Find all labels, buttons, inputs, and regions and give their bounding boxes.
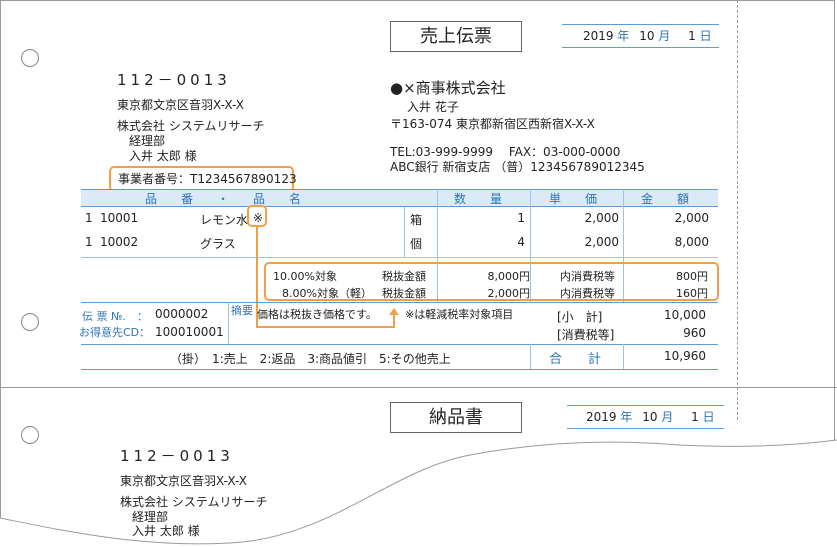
tax-row: 10.00%対象 税抜金額 8,000円 内消費税等 800円 (270, 268, 715, 283)
date-month: 10 (642, 410, 658, 424)
header-amount: 金 額 (641, 192, 690, 206)
column-divider (530, 344, 531, 369)
date-year: 2019 (583, 29, 614, 43)
tax-inner-value: 160円 (676, 287, 708, 300)
tax-total-label: [消費税等] (557, 328, 615, 342)
perforation-line (737, 0, 738, 420)
binder-hole-icon (21, 426, 39, 444)
tax-row: 8.00%対象（軽） 税抜金額 2,000円 内消費税等 160円 (270, 285, 715, 300)
slip-no-label: 伝 票 №. ： (82, 310, 148, 323)
slip-date: 2019 年 10 月 1 日 (562, 24, 719, 48)
recipient-person: 入井 太郎 様 (129, 149, 197, 163)
delivery-title: 納品書 (390, 402, 522, 433)
tax-target: 8.00%対象（軽） (282, 287, 372, 300)
tax-value: 8,000円 (487, 270, 531, 283)
tax-label: 税抜金額 (382, 287, 426, 300)
total-label: 合 計 (549, 352, 602, 367)
memo-text: 価格は税抜き価格です。 (257, 308, 377, 321)
date-day-unit: 日 (702, 410, 715, 424)
footer-divider (81, 302, 718, 303)
header-item: 品 番 ・ 品 名 (145, 192, 302, 206)
slip-title: 売上伝票 (390, 21, 522, 52)
column-divider (623, 344, 624, 369)
row-qty: 4 (517, 235, 525, 249)
sender-address: 〒163-074 東京都新宿区西新宿X-X-X (390, 117, 595, 131)
tax-inner-value: 800円 (676, 270, 708, 283)
transaction-types: （掛） 1:売上 2:返品 3:商品値引 5:その他売上 (170, 352, 451, 366)
recipient-zip: 112－0013 (120, 447, 234, 465)
row-unit: 個 (410, 237, 423, 251)
row-qty: 1 (517, 211, 525, 225)
tax-target: 10.00%対象 (273, 270, 337, 283)
date-month-unit: 月 (661, 410, 674, 424)
sender-company: ●×商事株式会社 (390, 79, 506, 97)
row-price: 2,000 (584, 211, 619, 225)
binder-hole-icon (21, 313, 39, 331)
delivery-date: 2019 年 10 月 1 日 (567, 405, 724, 429)
recipient-person: 入井 太郎 様 (132, 524, 200, 538)
row-amount: 2,000 (674, 211, 709, 225)
row-no: 1 (85, 211, 93, 225)
tear-line (0, 387, 837, 388)
sender-person: 入井 花子 (407, 100, 459, 114)
reduced-tax-mark-highlight (247, 205, 267, 227)
reduced-tax-note: ※は軽減税率対象項目 (405, 308, 514, 321)
sender-bank: ABC銀行 新宿支店 （普）123456789012345 (390, 160, 645, 174)
date-day-unit: 日 (699, 29, 712, 43)
memo-label: 摘要 (231, 304, 253, 317)
registration-text: 事業者番号：T1234567890123 (118, 172, 297, 186)
date-month: 10 (639, 29, 655, 43)
binder-hole-icon (21, 49, 39, 67)
total-value: 10,960 (664, 349, 706, 363)
slip-no-value: 0000002 (155, 307, 209, 321)
tax-inner-label: 内消費税等 (560, 287, 615, 300)
subtotal-value: 10,000 (664, 308, 706, 322)
tax-total-value: 960 (683, 326, 706, 340)
tax-label: 税抜金額 (382, 270, 426, 283)
header-quantity: 数 量 (454, 192, 503, 206)
column-divider (228, 302, 229, 344)
row-unit: 箱 (410, 213, 423, 227)
row-amount: 8,000 (674, 235, 709, 249)
subtotal-label: [小 計] (557, 310, 603, 324)
date-month-unit: 月 (658, 29, 671, 43)
date-year-unit: 年 (617, 29, 630, 43)
row-price: 2,000 (584, 235, 619, 249)
row-code: 10002 (100, 235, 139, 249)
tax-value: 2,000円 (487, 287, 531, 300)
row-code: 10001 (100, 211, 139, 225)
date-day: 1 (688, 29, 696, 43)
date-day: 1 (691, 410, 699, 424)
recipient-address: 東京都文京区音羽X-X-X (120, 474, 247, 488)
header-unit-price: 単 価 (549, 192, 598, 206)
date-year-unit: 年 (620, 410, 633, 424)
customer-cd-label: お得意先CD： (79, 326, 151, 339)
footer-divider (81, 369, 718, 370)
customer-cd-value: 100010001 (155, 325, 224, 339)
date-year: 2019 (586, 410, 617, 424)
tax-inner-label: 内消費税等 (560, 270, 615, 283)
row-name: グラス (200, 237, 236, 251)
row-no: 1 (85, 235, 93, 249)
recipient-address: 東京都文京区音羽X-X-X (117, 98, 244, 112)
recipient-zip: 112－0013 (117, 71, 231, 89)
